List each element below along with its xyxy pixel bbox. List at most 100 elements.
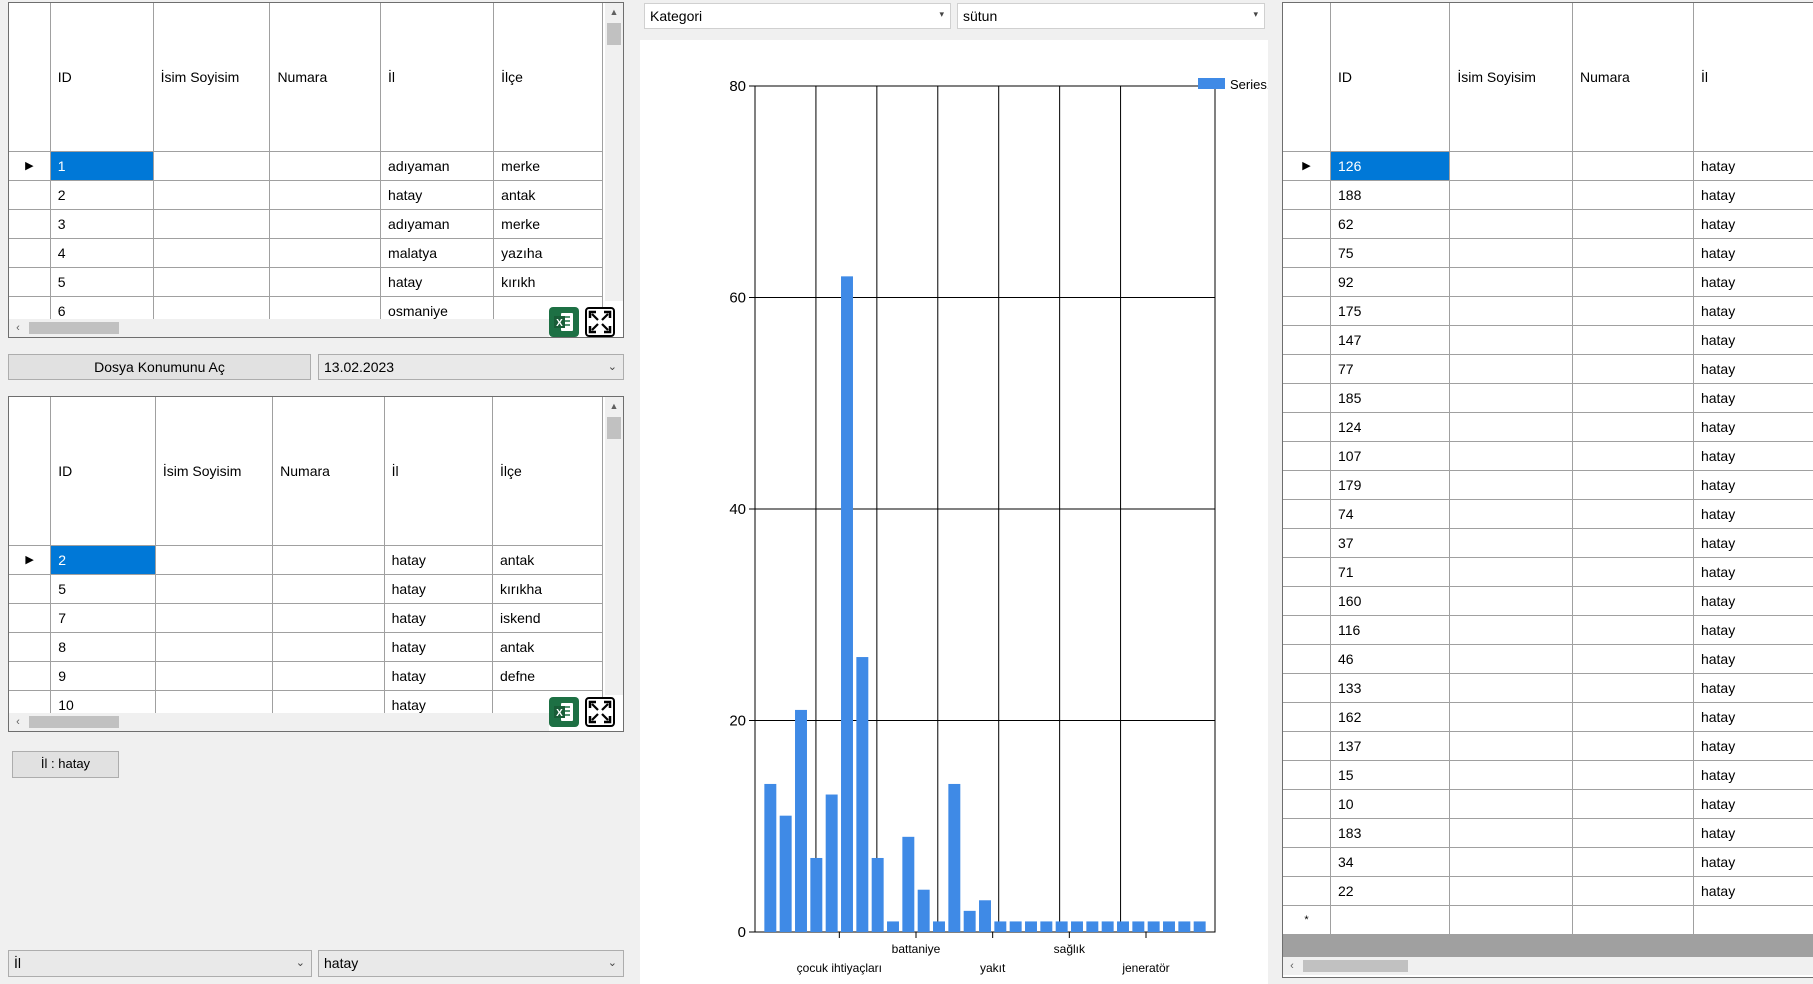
table-cell[interactable] [155,632,274,662]
table-cell[interactable] [1449,441,1574,471]
column-header[interactable]: Numara [269,3,382,152]
table-cell[interactable] [1572,441,1694,471]
row-header[interactable] [1283,702,1332,732]
scroll-up-arrow-icon[interactable]: ▲ [605,397,623,415]
table-cell[interactable] [1449,673,1574,703]
table-cell[interactable] [1572,789,1694,819]
table-cell[interactable] [1572,354,1694,384]
table-cell[interactable] [1330,905,1451,935]
table-row[interactable]: 6 osmaniye [9,296,603,319]
row-header[interactable] [1283,789,1332,819]
row-header[interactable] [9,238,51,268]
table-cell[interactable]: hatay [1693,644,1813,674]
table-cell[interactable]: hatay [1693,238,1813,268]
table-row[interactable]: 10 hatay [1283,789,1813,819]
table-cell[interactable]: hatay [1693,354,1813,384]
table-cell[interactable] [1449,847,1574,877]
filter-label-button[interactable]: İl : hatay [12,751,119,778]
table-cell[interactable] [1572,644,1694,674]
table-row[interactable]: 175 hatay [1283,296,1813,326]
table-cell[interactable] [1449,760,1574,790]
row-header[interactable] [9,296,51,319]
table-row[interactable]: 133 hatay [1283,673,1813,703]
table-row[interactable]: 137 hatay [1283,731,1813,761]
table-cell[interactable]: kırıkh [493,267,603,297]
table-cell[interactable] [1572,412,1694,442]
detail-grid-hscroll[interactable]: ‹ [1283,957,1813,975]
table-cell[interactable] [1572,325,1694,355]
table-row[interactable]: 10 hatay [9,690,603,713]
table-cell[interactable]: hatay [384,632,494,662]
row-header[interactable] [1283,470,1332,500]
category-combo[interactable]: Kategori ▾ [644,3,951,29]
column-header[interactable]: İl [384,397,494,546]
table-cell[interactable] [1449,383,1574,413]
table-cell[interactable]: hatay [1693,789,1813,819]
table-cell[interactable]: 2 [50,180,154,210]
column-header[interactable]: İsim Soyisim [1449,3,1574,152]
top-grid-vscroll-thumb[interactable] [607,23,621,45]
table-cell[interactable] [1449,354,1574,384]
table-cell[interactable]: hatay [1693,412,1813,442]
table-row[interactable]: 22 hatay [1283,876,1813,906]
table-cell[interactable]: 5 [50,267,154,297]
table-cell[interactable]: 137 [1330,731,1451,761]
row-header[interactable] [9,632,52,662]
table-row[interactable]: 8 hatay antak [9,632,603,662]
table-cell[interactable]: 107 [1330,441,1451,471]
table-cell[interactable]: 179 [1330,470,1451,500]
table-cell[interactable]: hatay [1693,615,1813,645]
table-cell[interactable] [155,574,274,604]
table-cell[interactable]: hatay [1693,180,1813,210]
table-cell[interactable]: hatay [1693,267,1813,297]
row-header[interactable] [1283,818,1332,848]
table-cell[interactable]: hatay [1693,325,1813,355]
table-row[interactable]: 74 hatay [1283,499,1813,529]
table-cell[interactable]: merke [493,151,603,181]
table-cell[interactable]: 7 [50,603,156,633]
row-selector-arrow-icon[interactable]: ▶ [9,545,52,575]
table-cell[interactable]: antak [493,180,603,210]
table-cell[interactable] [1449,412,1574,442]
table-cell[interactable] [1572,731,1694,761]
table-cell[interactable] [1572,151,1694,181]
table-cell[interactable] [1572,180,1694,210]
table-cell[interactable]: 46 [1330,644,1451,674]
table-cell[interactable]: 185 [1330,383,1451,413]
table-row[interactable]: 162 hatay [1283,702,1813,732]
table-cell[interactable]: 183 [1330,818,1451,848]
table-row[interactable]: 5 hatay kırıkh [9,267,603,297]
table-cell[interactable] [1572,847,1694,877]
table-cell[interactable]: hatay [1693,470,1813,500]
table-row[interactable]: 116 hatay [1283,615,1813,645]
table-cell[interactable]: 175 [1330,296,1451,326]
row-header[interactable] [9,603,52,633]
table-cell[interactable] [1572,470,1694,500]
row-header[interactable] [1283,441,1332,471]
row-header[interactable] [9,267,51,297]
table-cell[interactable]: 160 [1330,586,1451,616]
column-header[interactable]: ID [1330,3,1451,152]
table-cell[interactable] [272,661,385,691]
row-header[interactable] [1283,267,1332,297]
table-cell[interactable]: osmaniye [380,296,495,319]
table-row[interactable]: 75 hatay [1283,238,1813,268]
column-header[interactable]: ID [50,3,154,152]
table-cell[interactable]: antak [492,545,603,575]
table-cell[interactable]: 10 [1330,789,1451,819]
table-cell[interactable]: hatay [1693,528,1813,558]
table-cell[interactable] [269,180,382,210]
table-cell[interactable]: merke [493,209,603,239]
table-cell[interactable] [1449,325,1574,355]
table-cell[interactable] [153,296,271,319]
table-cell[interactable] [1572,673,1694,703]
top-grid-excel-button[interactable]: X [549,307,579,337]
table-cell[interactable] [1449,180,1574,210]
table-cell[interactable] [1449,615,1574,645]
row-header[interactable] [1283,325,1332,355]
table-cell[interactable] [153,151,271,181]
row-header[interactable] [1283,760,1332,790]
table-cell[interactable] [1572,760,1694,790]
table-cell[interactable] [1449,789,1574,819]
table-cell[interactable] [1572,876,1694,906]
